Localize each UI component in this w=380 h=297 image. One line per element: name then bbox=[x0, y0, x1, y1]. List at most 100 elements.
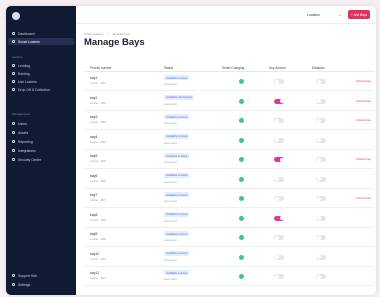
sidebar-item-lending[interactable]: Lending bbox=[8, 62, 74, 69]
bay-locker: Locker - B09 bbox=[90, 237, 106, 241]
smart-charging-check-icon bbox=[239, 176, 244, 182]
unbook-bay-link[interactable]: Unbook bay bbox=[356, 99, 371, 103]
sidebar-section-lockers: Lockers bbox=[12, 55, 23, 59]
top-bar: Location ⌄ + Add Bays bbox=[76, 6, 376, 24]
table-row: bay2 Locker - B02 Available (Occupied) L… bbox=[84, 92, 374, 111]
lending-icon bbox=[12, 64, 15, 67]
smart-charging-check-icon bbox=[239, 157, 244, 162]
table-row: bay1 Locker - B01 Available to book Last… bbox=[84, 72, 374, 91]
status-detail: Last event bbox=[164, 179, 177, 184]
status-badge: Available to book bbox=[164, 133, 190, 139]
smart-charging-check-icon bbox=[239, 235, 244, 240]
smart-charging-check-icon bbox=[239, 196, 244, 201]
sidebar-item-label: Assets bbox=[18, 130, 29, 135]
status-badge: Available to book bbox=[164, 211, 190, 217]
renting-icon bbox=[12, 72, 15, 75]
sidebar-item-label: Dashboard bbox=[18, 31, 35, 36]
sidebar-item-label: Integrations bbox=[18, 148, 36, 153]
key-access-toggle[interactable] bbox=[274, 254, 284, 260]
key-access-toggle[interactable] bbox=[274, 118, 284, 123]
disabled-toggle[interactable] bbox=[316, 79, 326, 84]
column-header: Priority number bbox=[90, 66, 112, 70]
status-badge: Available to book bbox=[164, 192, 190, 197]
bay-locker: Locker - B11 bbox=[90, 276, 106, 280]
sidebar-item-use-lockers[interactable]: Use Lockers bbox=[8, 78, 74, 85]
integrations-icon bbox=[12, 149, 15, 152]
disabled-toggle[interactable] bbox=[316, 196, 326, 201]
disabled-toggle[interactable] bbox=[316, 118, 326, 123]
key-access-toggle[interactable] bbox=[274, 215, 284, 221]
status-detail: Last event bbox=[164, 140, 177, 145]
sidebar-item-security-centre[interactable]: Security Centre bbox=[8, 156, 74, 163]
disabled-toggle[interactable] bbox=[316, 235, 326, 240]
table-row: bay8 Locker - B08 Available to book Last… bbox=[84, 209, 374, 228]
sidebar-item-drop-off[interactable]: Drop Off & Collection bbox=[8, 86, 74, 93]
key-access-toggle[interactable] bbox=[274, 274, 284, 279]
disabled-toggle[interactable] bbox=[316, 274, 326, 279]
reporting-icon bbox=[12, 140, 15, 143]
key-access-toggle[interactable] bbox=[274, 137, 284, 143]
sidebar-item-smart-lockers[interactable]: Smart Lockers bbox=[8, 38, 74, 45]
key-access-toggle[interactable] bbox=[274, 157, 284, 162]
bay-name: bay2 bbox=[90, 95, 98, 100]
sidebar-item-label: Smart Lockers bbox=[18, 39, 40, 44]
sidebar-item-integrations[interactable]: Integrations bbox=[8, 147, 74, 154]
table-row: bay6 Locker - B06 Available to book Last… bbox=[84, 170, 374, 189]
breadcrumb-item[interactable]: Smart Lockers bbox=[84, 32, 103, 36]
key-access-toggle[interactable] bbox=[274, 98, 284, 104]
bay-name: bay3 bbox=[90, 115, 98, 119]
breadcrumb-item[interactable]: Residence 2 bbox=[113, 32, 130, 36]
disabled-toggle[interactable] bbox=[316, 254, 326, 260]
smart-charging-check-icon bbox=[239, 79, 244, 84]
unbook-bay-link[interactable]: Unbook bay bbox=[356, 196, 371, 200]
status-detail: Last event bbox=[164, 199, 177, 203]
add-bays-button[interactable]: + Add Bays bbox=[348, 10, 370, 19]
column-header: Disabled bbox=[312, 66, 325, 70]
disabled-toggle[interactable] bbox=[316, 157, 326, 162]
sidebar-item-renting[interactable]: Renting bbox=[8, 70, 74, 77]
gear-icon bbox=[12, 283, 15, 286]
sidebar-item-reporting[interactable]: Reporting bbox=[8, 138, 74, 145]
sidebar-item-users[interactable]: Users bbox=[8, 120, 74, 127]
disabled-toggle[interactable] bbox=[316, 137, 326, 143]
key-access-toggle[interactable] bbox=[274, 196, 284, 201]
support-icon bbox=[12, 274, 15, 277]
column-header: Smart Charging bbox=[222, 66, 245, 70]
unbook-bay-link[interactable]: Unbook bay bbox=[356, 79, 371, 83]
sidebar-item-label: Users bbox=[18, 121, 27, 126]
smart-charging-check-icon bbox=[239, 274, 244, 279]
smart-charging-check-icon bbox=[239, 137, 244, 143]
status-badge: Available to book bbox=[164, 250, 190, 256]
table-row: bay9 Locker - B09 Available to book Last… bbox=[84, 228, 374, 247]
breadcrumb-separator: > bbox=[107, 32, 110, 36]
location-select[interactable]: Location ⌄ bbox=[304, 11, 344, 19]
sidebar-item-label: Security Centre bbox=[18, 157, 42, 162]
sidebar-item-dashboard[interactable]: Dashboard bbox=[8, 30, 74, 37]
sidebar-section-management: Management bbox=[12, 112, 30, 116]
chevron-down-icon: ⌄ bbox=[338, 13, 341, 17]
sidebar-item-settings[interactable]: Settings bbox=[8, 281, 74, 288]
disabled-toggle[interactable] bbox=[316, 176, 326, 182]
unbook-bay-link[interactable]: Unbook bay bbox=[356, 157, 371, 161]
key-access-toggle[interactable] bbox=[274, 79, 284, 84]
bay-locker: Locker - B07 bbox=[90, 198, 106, 202]
table-row: bay3 Locker - B03 Available to book Last… bbox=[84, 111, 374, 130]
key-access-toggle[interactable] bbox=[274, 235, 284, 240]
sidebar-item-support-hub[interactable]: Support Hub bbox=[8, 272, 74, 279]
unbook-bay-link[interactable]: Unbook bay bbox=[356, 118, 371, 122]
bay-locker: Locker - B03 bbox=[90, 120, 106, 124]
bay-name: bay11 bbox=[90, 271, 99, 275]
sidebar-item-label: Support Hub bbox=[18, 273, 38, 278]
bay-name: bay9 bbox=[90, 232, 98, 236]
disabled-toggle[interactable] bbox=[316, 98, 326, 104]
breadcrumb: Smart Lockers > Residence 2 bbox=[84, 32, 130, 36]
sidebar-item-assets[interactable]: Assets bbox=[8, 129, 74, 136]
table-row: bay5 Locker - B05 Available to book Last… bbox=[84, 150, 374, 169]
bay-name: bay5 bbox=[90, 154, 98, 158]
logo[interactable] bbox=[12, 12, 20, 20]
smart-charging-check-icon bbox=[239, 98, 244, 104]
status-badge: Available to book bbox=[164, 231, 190, 236]
disabled-toggle[interactable] bbox=[316, 215, 326, 221]
column-header: Key Access bbox=[269, 66, 286, 70]
key-access-toggle[interactable] bbox=[274, 176, 284, 182]
